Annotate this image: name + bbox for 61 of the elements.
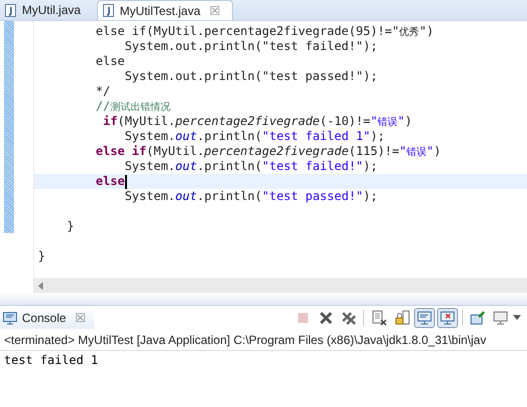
console-tab[interactable]: Console ☒ <box>0 307 94 329</box>
string-text: 错误 <box>378 117 398 128</box>
close-icon[interactable]: ☒ <box>209 4 220 18</box>
code-text: (115)!= <box>348 144 400 158</box>
console-output: test failed 1 <box>4 353 99 367</box>
code-text: */ <box>94 84 110 98</box>
comment: // <box>94 99 110 113</box>
code-text: System.out.println("test failed!"); <box>124 39 378 53</box>
string-literal: "test passed!" <box>262 189 364 203</box>
editor-tab[interactable]: MyUtil.java <box>0 0 89 20</box>
code-text: } <box>66 219 74 233</box>
field-name: out <box>175 189 197 203</box>
java-file-icon <box>102 4 115 17</box>
code-text: ); <box>363 189 378 203</box>
tab-label: MyUtil.java <box>22 3 81 17</box>
code-text: ) <box>404 114 412 128</box>
process-label: <terminated> MyUtilTest [Java Application] C:\Program Files (x86)\Java\jdk1.8.0_31\bin\jav <box>0 330 527 351</box>
code-text: (MyUtil. <box>117 114 176 128</box>
java-file-icon <box>5 4 17 16</box>
comment: 测试出错情况 <box>110 102 170 113</box>
string-text: 优秀 <box>399 27 420 38</box>
keyword: else if <box>94 144 146 158</box>
code-text: System. <box>124 159 176 173</box>
code-text: System. <box>124 189 176 203</box>
code-text: .println( <box>196 129 262 143</box>
method-name: percentage2fivegrade <box>204 144 349 158</box>
code-text: (-10)!= <box>320 114 370 128</box>
code-text: (MyUtil. <box>146 144 204 158</box>
keyword: if <box>102 114 118 128</box>
monitor-icon[interactable] <box>414 308 435 328</box>
caret-icon[interactable] <box>513 315 521 321</box>
code-text: ) <box>434 144 441 158</box>
tab-label: Console <box>22 311 66 325</box>
code-text: System. <box>124 129 176 143</box>
string-literal: " <box>426 144 434 158</box>
monitor-icon <box>3 312 17 324</box>
code-text: System.out.println("test passed!"); <box>124 69 378 83</box>
editor-tab[interactable]: MyUtilTest.java ☒ <box>96 0 234 20</box>
code-text: } <box>38 249 46 263</box>
method-name: percentage2fivegrade <box>175 114 320 128</box>
string-literal: " <box>370 114 378 128</box>
text-caret <box>124 174 127 189</box>
string-text: 错误 <box>406 147 426 158</box>
code-text: ); <box>363 159 378 173</box>
keyword: else <box>94 174 125 188</box>
string-literal: " <box>399 144 406 158</box>
field-name: out <box>175 129 197 143</box>
code-text: ") <box>419 24 434 38</box>
code-text: .println( <box>196 159 262 173</box>
horizontal-scrollbar[interactable] <box>33 278 527 293</box>
code-text: .println( <box>196 189 262 203</box>
left-arrow-icon[interactable] <box>38 282 44 290</box>
string-literal: "test failed 1" <box>262 129 370 143</box>
tab-label: MyUtilTest.java <box>120 4 200 18</box>
field-name: out <box>175 159 197 173</box>
monitor-icon[interactable] <box>437 308 458 328</box>
code-text: ); <box>370 129 385 143</box>
string-literal: "test failed!" <box>262 159 364 173</box>
string-literal: " <box>398 114 405 128</box>
code-text: else if(MyUtil.percentage2fivegrade(95)!=" <box>94 24 400 38</box>
code-text: else <box>94 54 125 68</box>
